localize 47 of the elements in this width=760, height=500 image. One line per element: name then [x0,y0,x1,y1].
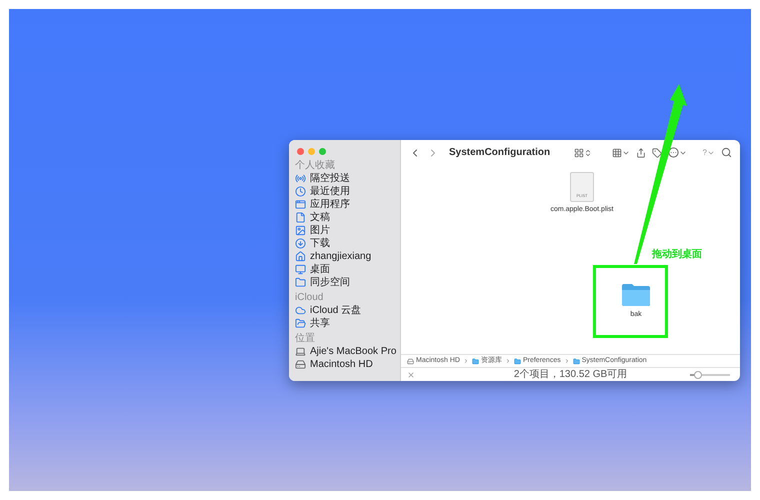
sidebar-item[interactable]: 桌面 [295,263,394,276]
sidebar-item[interactable]: iCloud 云盘 [295,304,394,317]
separator-icon [504,358,511,364]
home-icon [295,251,306,262]
sidebar-item[interactable]: 下载 [295,237,394,250]
sidebar-section-header: 个人收藏 [295,160,336,172]
document-icon [295,212,306,223]
cloud-icon [295,305,306,316]
separator-icon [564,358,570,364]
image-icon [295,225,306,236]
sidebar-item[interactable]: 共享 [295,317,394,330]
group-grid-icon[interactable] [612,148,622,158]
tag-icon[interactable] [652,148,662,158]
separator-icon [462,358,469,364]
shared-folder-icon [295,318,306,329]
close-icon[interactable] [407,370,415,378]
folder-icon [295,277,306,288]
download-icon [295,238,306,249]
sidebar-section-header: iCloud [295,292,324,304]
sidebar-item[interactable]: 隔空投送 [295,172,394,185]
sidebar-item[interactable]: 图片 [295,224,394,237]
status-text: 2个项目，130.52 GB可用 [514,368,628,380]
more-icon[interactable] [668,147,679,158]
folder-icon [472,358,479,364]
applications-icon [295,199,306,210]
sidebar-item[interactable]: Ajie's MacBook Pro [295,345,394,358]
sidebar-item[interactable]: Macintosh HD [295,358,394,371]
airdrop-icon [295,173,306,184]
window-title: SystemConfiguration [449,146,550,160]
monitor-icon [295,264,306,275]
folder-icon[interactable] [621,283,651,307]
folder-icon [514,358,521,364]
up-down-chevron-icon[interactable] [584,148,592,156]
share-icon[interactable] [636,148,646,158]
grid-view-icon[interactable] [574,148,584,158]
sidebar-item[interactable]: 最近使用 [295,185,394,198]
folder-icon [572,358,580,364]
annotation-label: 拖动到桌面 [652,248,702,262]
sidebar-section-header: 位置 [295,333,316,345]
sidebar-item[interactable]: 同步空间 [295,276,394,289]
search-icon[interactable] [721,147,732,158]
disk-icon [407,358,414,364]
sidebar-item[interactable]: 应用程序 [295,198,394,211]
laptop-icon [295,346,306,357]
sidebar-item[interactable]: zhangjiexiang [295,250,394,263]
sidebar-item[interactable]: 文稿 [295,211,394,224]
clock-icon [295,186,306,197]
